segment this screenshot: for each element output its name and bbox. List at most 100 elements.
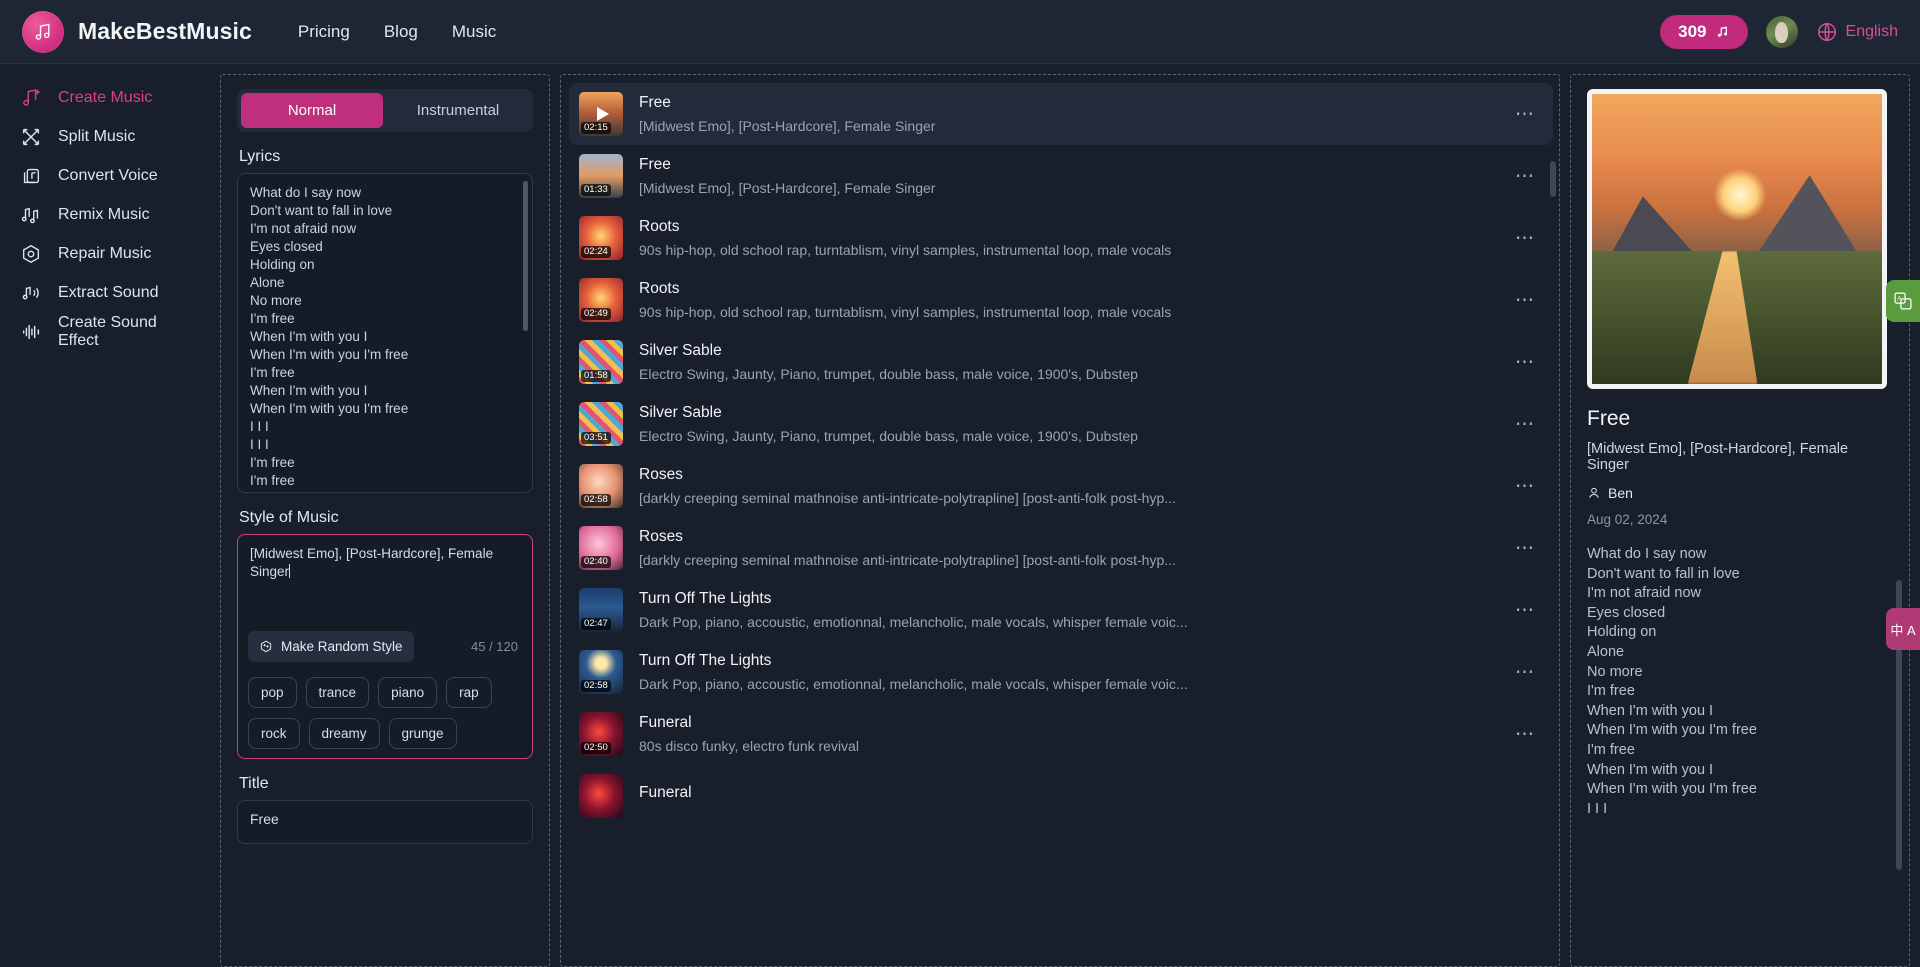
track-thumbnail[interactable]: 02:58 [579, 650, 623, 694]
lyric-line: I I I [250, 437, 269, 452]
lyric-line: I'm free [250, 365, 295, 380]
brand[interactable]: MakeBestMusic [22, 10, 252, 53]
track-style: Dark Pop, piano, accoustic, emotionnal, … [639, 614, 1188, 630]
track-row[interactable]: 03:51 Silver Sable Electro Swing, Jaunty, … [569, 393, 1553, 455]
style-tag[interactable]: grunge [388, 718, 457, 749]
detail-lyric-line: No more [1587, 663, 1643, 680]
track-thumbnail[interactable]: 02:58 [579, 464, 623, 508]
repair-icon [20, 243, 42, 265]
track-duration: 03:51 [581, 431, 611, 444]
track-duration: 01:58 [581, 369, 611, 382]
track-thumbnail[interactable] [579, 774, 623, 818]
track-row[interactable]: Funeral [569, 765, 1553, 827]
track-meta: Funeral [639, 784, 1539, 808]
track-duration: 02:58 [581, 679, 611, 692]
track-more-button[interactable]: ⋯ [1511, 165, 1539, 188]
style-tag[interactable]: rock [248, 718, 300, 749]
sidebar-item-repair-music[interactable]: Repair Music [0, 234, 220, 273]
track-thumbnail[interactable]: 01:58 [579, 340, 623, 384]
detail-lyric-line: Holding on [1587, 624, 1657, 641]
chinese-translate-tab[interactable]: 中 A [1886, 608, 1920, 650]
track-more-button[interactable]: ⋯ [1511, 661, 1539, 684]
sidebar-item-remix-music[interactable]: Remix Music [0, 195, 220, 234]
tab-normal[interactable]: Normal [241, 93, 383, 128]
sidebar-item-extract-sound[interactable]: Extract Sound [0, 273, 220, 312]
language-switcher[interactable]: English [1816, 21, 1898, 43]
track-row[interactable]: 02:47 Turn Off The Lights Dark Pop, piano,… [569, 579, 1553, 641]
avatar[interactable] [1765, 15, 1798, 48]
sidebar-label: Repair Music [58, 244, 152, 262]
track-more-button[interactable]: ⋯ [1511, 289, 1539, 312]
sidebar-item-create-sound-effect[interactable]: Create Sound Effect [0, 312, 220, 351]
track-row[interactable]: 02:24 Roots 90s hip-hop, old school rap, t… [569, 207, 1553, 269]
make-random-style-button[interactable]: Make Random Style [248, 631, 414, 662]
track-row[interactable]: 01:58 Silver Sable Electro Swing, Jaunty, … [569, 331, 1553, 393]
track-thumbnail[interactable]: 02:24 [579, 216, 623, 260]
track-row[interactable]: 02:15 Free [Midwest Emo], [Post-Hardcore],… [569, 83, 1553, 145]
sidebar-item-create-music[interactable]: Create Music [0, 78, 220, 117]
track-title: Silver Sable [639, 342, 722, 359]
track-meta: Turn Off The Lights Dark Pop, piano, acco… [639, 652, 1495, 692]
track-thumbnail[interactable]: 02:47 [579, 588, 623, 632]
track-more-button[interactable]: ⋯ [1511, 723, 1539, 746]
style-tag[interactable]: dreamy [308, 718, 380, 749]
title-input[interactable]: Free [237, 800, 533, 844]
lyrics-scrollbar[interactable] [523, 181, 528, 331]
detail-lyric-line: When I'm with you I'm free [1587, 722, 1757, 739]
nav-blog[interactable]: Blog [384, 22, 418, 42]
track-more-button[interactable]: ⋯ [1511, 103, 1539, 126]
track-title: Silver Sable [639, 404, 722, 421]
track-style: 90s hip-hop, old school rap, turntablism… [639, 242, 1172, 258]
music-add-icon [20, 87, 42, 109]
translate-tab[interactable]: A [1886, 280, 1920, 322]
tab-instrumental[interactable]: Instrumental [387, 93, 529, 128]
track-row[interactable]: 02:49 Roots 90s hip-hop, old school rap, t… [569, 269, 1553, 331]
sidebar-item-split-music[interactable]: Split Music [0, 117, 220, 156]
track-thumbnail[interactable]: 03:51 [579, 402, 623, 446]
track-thumbnail[interactable]: 02:15 [579, 92, 623, 136]
track-row[interactable]: 02:40 Roses [darkly creeping seminal mathn… [569, 517, 1553, 579]
brand-name: MakeBestMusic [78, 18, 252, 44]
track-thumbnail[interactable]: 01:33 [579, 154, 623, 198]
track-more-button[interactable]: ⋯ [1511, 227, 1539, 250]
track-meta: Roses [darkly creeping seminal mathnoise … [639, 466, 1495, 506]
track-row[interactable]: 02:58 Roses [darkly creeping seminal mathn… [569, 455, 1553, 517]
split-icon [20, 126, 42, 148]
track-meta: Turn Off The Lights Dark Pop, piano, acco… [639, 590, 1495, 630]
mode-tabs: Normal Instrumental [237, 89, 533, 132]
track-more-button[interactable]: ⋯ [1511, 351, 1539, 374]
track-thumbnail[interactable]: 02:49 [579, 278, 623, 322]
track-title: Free [639, 94, 671, 111]
detail-lyric-line: I'm free [1587, 741, 1635, 758]
track-list-panel: 02:15 Free [Midwest Emo], [Post-Hardcore],… [560, 74, 1560, 967]
tracklist-scrollbar[interactable] [1550, 161, 1556, 197]
sidebar-label: Split Music [58, 127, 136, 145]
style-tag[interactable]: rap [446, 677, 492, 708]
track-row[interactable]: 01:33 Free [Midwest Emo], [Post-Hardcore],… [569, 145, 1553, 207]
nav-pricing[interactable]: Pricing [298, 22, 350, 42]
sidebar-item-convert-voice[interactable]: Convert Voice [0, 156, 220, 195]
track-more-button[interactable]: ⋯ [1511, 475, 1539, 498]
credits-badge[interactable]: 309 [1660, 14, 1748, 49]
lyrics-input[interactable]: What do I say now Don't want to fall in l… [237, 173, 533, 493]
track-more-button[interactable]: ⋯ [1511, 537, 1539, 560]
style-tag[interactable]: trance [305, 677, 370, 708]
track-more-button[interactable]: ⋯ [1511, 599, 1539, 622]
style-input[interactable]: [Midwest Emo], [Post-Hardcore], Female S… [237, 534, 533, 759]
lyric-line: Holding on [250, 257, 315, 272]
sidebar-label: Convert Voice [58, 166, 158, 184]
track-meta: Roots 90s hip-hop, old school rap, turnta… [639, 218, 1495, 258]
track-thumbnail[interactable]: 02:40 [579, 526, 623, 570]
track-row[interactable]: 02:58 Turn Off The Lights Dark Pop, piano,… [569, 641, 1553, 703]
style-tag[interactable]: piano [378, 677, 438, 708]
convert-voice-icon [20, 165, 42, 187]
nav-music[interactable]: Music [452, 22, 496, 42]
editor-panel: Normal Instrumental Lyrics What do I say… [220, 74, 550, 967]
sidebar-label: Extract Sound [58, 283, 159, 301]
app-root: MakeBestMusic Pricing Blog Music 309 Eng… [0, 0, 1920, 967]
detail-author-name: Ben [1608, 485, 1633, 501]
track-more-button[interactable]: ⋯ [1511, 413, 1539, 436]
style-tag[interactable]: pop [248, 677, 297, 708]
track-row[interactable]: 02:50 Funeral 80s disco funky, electro fun… [569, 703, 1553, 765]
track-thumbnail[interactable]: 02:50 [579, 712, 623, 756]
